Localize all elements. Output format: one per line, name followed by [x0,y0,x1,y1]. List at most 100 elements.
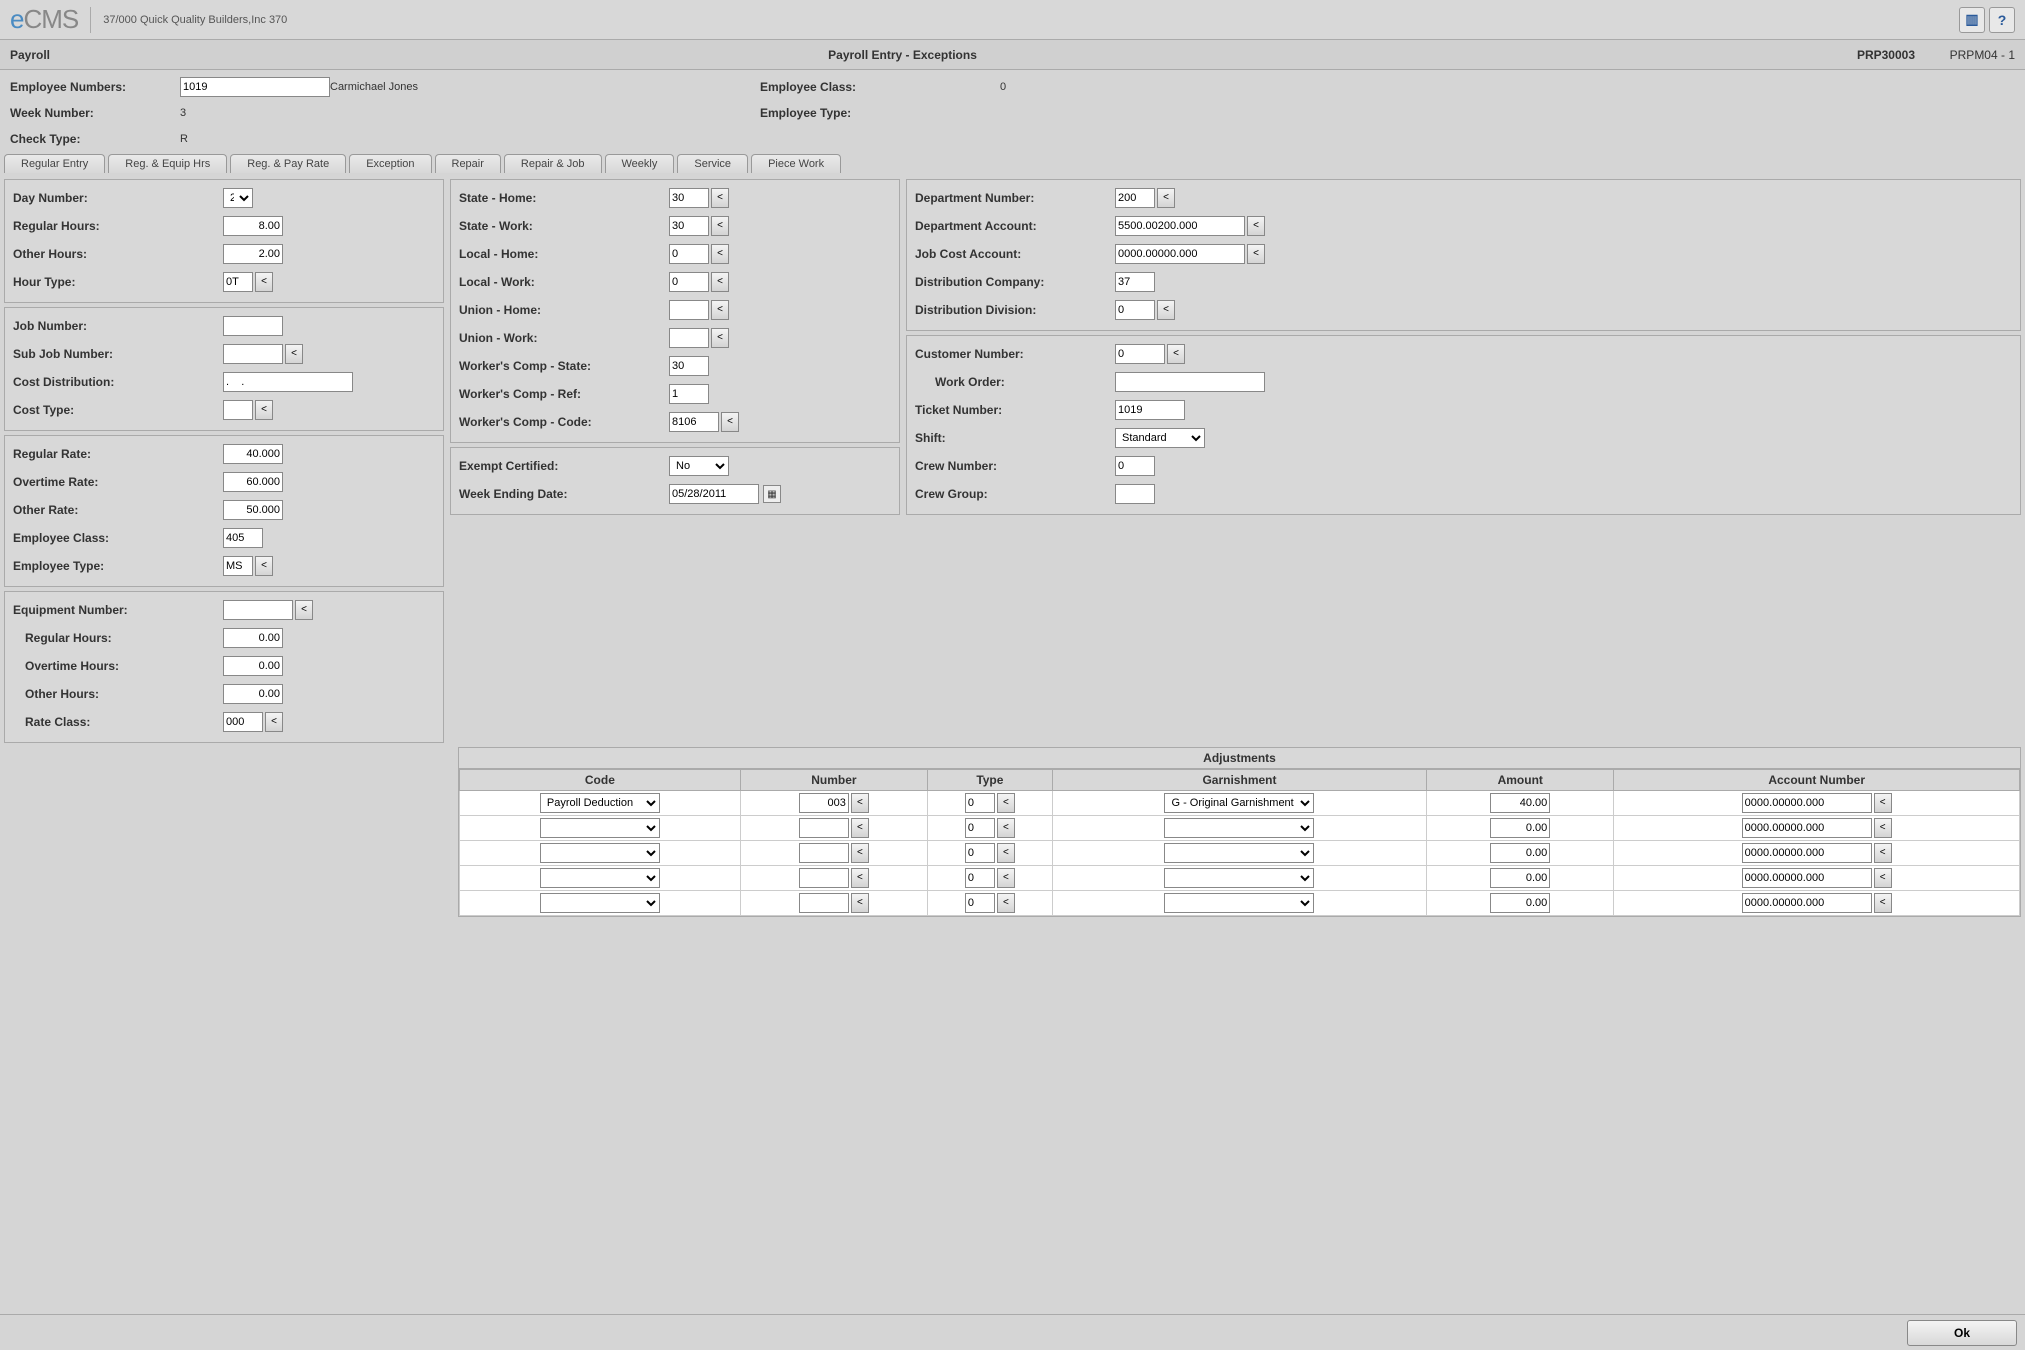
subjob-input[interactable] [223,344,283,364]
adj-type-input[interactable] [965,893,995,913]
reg-hours-input[interactable] [223,216,283,236]
adj-code-select[interactable]: Payroll Deduction [540,793,660,813]
adj-acct-input[interactable] [1742,843,1872,863]
adj-acct-input[interactable] [1742,868,1872,888]
tab-reg-pay[interactable]: Reg. & Pay Rate [230,154,346,173]
rateclass-input[interactable] [223,712,263,732]
tab-piece-work[interactable]: Piece Work [751,154,841,173]
adj-acct-lookup[interactable]: < [1874,793,1892,813]
costtype-input[interactable] [223,400,253,420]
local-home-lookup[interactable]: < [711,244,729,264]
adj-num-input[interactable] [799,793,849,813]
adj-type-lookup[interactable]: < [997,893,1015,913]
adj-num-lookup[interactable]: < [851,893,869,913]
local-work-lookup[interactable]: < [711,272,729,292]
adj-num-input[interactable] [799,818,849,838]
help-icon[interactable]: ? [1989,7,2015,33]
hour-type-lookup[interactable]: < [255,272,273,292]
distco-input[interactable] [1115,272,1155,292]
custnum-input[interactable] [1115,344,1165,364]
adj-code-select[interactable] [540,818,660,838]
adj-num-lookup[interactable]: < [851,843,869,863]
otrate-input[interactable] [223,472,283,492]
hour-type-input[interactable] [223,272,253,292]
tab-regular-entry[interactable]: Regular Entry [4,154,105,173]
adj-acct-input[interactable] [1742,793,1872,813]
adj-acct-lookup[interactable]: < [1874,818,1892,838]
adj-acct-lookup[interactable]: < [1874,843,1892,863]
deptacct-lookup[interactable]: < [1247,216,1265,236]
adj-amount-input[interactable] [1490,818,1550,838]
eq-otherhours-input[interactable] [223,684,283,704]
empclass-input[interactable] [223,528,263,548]
tab-repair[interactable]: Repair [435,154,501,173]
tab-exception[interactable]: Exception [349,154,431,173]
state-home-lookup[interactable]: < [711,188,729,208]
union-home-input[interactable] [669,300,709,320]
state-home-input[interactable] [669,188,709,208]
tab-service[interactable]: Service [677,154,748,173]
adj-type-lookup[interactable]: < [997,793,1015,813]
tab-weekly[interactable]: Weekly [605,154,675,173]
wc-state-input[interactable] [669,356,709,376]
adj-amount-input[interactable] [1490,893,1550,913]
crewgroup-input[interactable] [1115,484,1155,504]
tab-reg-equip[interactable]: Reg. & Equip Hrs [108,154,227,173]
adj-type-input[interactable] [965,793,995,813]
deptnum-input[interactable] [1115,188,1155,208]
deptacct-input[interactable] [1115,216,1245,236]
custnum-lookup[interactable]: < [1167,344,1185,364]
state-work-input[interactable] [669,216,709,236]
adj-num-lookup[interactable]: < [851,793,869,813]
adj-type-lookup[interactable]: < [997,818,1015,838]
distdiv-input[interactable] [1115,300,1155,320]
wc-ref-input[interactable] [669,384,709,404]
emp-num-input[interactable] [180,77,330,97]
ticket-input[interactable] [1115,400,1185,420]
other-hours-input[interactable] [223,244,283,264]
crewnum-input[interactable] [1115,456,1155,476]
deptnum-lookup[interactable]: < [1157,188,1175,208]
adj-amount-input[interactable] [1490,868,1550,888]
wc-code-input[interactable] [669,412,719,432]
adj-num-input[interactable] [799,843,849,863]
workorder-input[interactable] [1115,372,1265,392]
adj-acct-lookup[interactable]: < [1874,868,1892,888]
job-input[interactable] [223,316,283,336]
exempt-select[interactable]: No [669,456,729,476]
shift-select[interactable]: Standard [1115,428,1205,448]
subjob-lookup[interactable]: < [285,344,303,364]
adj-amount-input[interactable] [1490,843,1550,863]
equip-input[interactable] [223,600,293,620]
adj-num-input[interactable] [799,868,849,888]
ok-button[interactable]: Ok [1907,1320,2017,1346]
eq-othours-input[interactable] [223,656,283,676]
adj-type-lookup[interactable]: < [997,843,1015,863]
jobcost-lookup[interactable]: < [1247,244,1265,264]
local-home-input[interactable] [669,244,709,264]
adj-garn-select[interactable] [1164,868,1314,888]
adj-acct-input[interactable] [1742,818,1872,838]
emptype-lookup[interactable]: < [255,556,273,576]
local-work-input[interactable] [669,272,709,292]
rateclass-lookup[interactable]: < [265,712,283,732]
eq-reghours-input[interactable] [223,628,283,648]
regrate-input[interactable] [223,444,283,464]
adj-type-input[interactable] [965,843,995,863]
equip-lookup[interactable]: < [295,600,313,620]
jobcost-input[interactable] [1115,244,1245,264]
state-work-lookup[interactable]: < [711,216,729,236]
day-select[interactable]: 2 [223,188,253,208]
report-icon[interactable]: ▥ [1959,7,1985,33]
calendar-icon[interactable]: ▦ [763,485,781,503]
tab-repair-job[interactable]: Repair & Job [504,154,602,173]
adj-code-select[interactable] [540,893,660,913]
wc-code-lookup[interactable]: < [721,412,739,432]
adj-garn-select[interactable]: G - Original Garnishment [1164,793,1314,813]
union-work-input[interactable] [669,328,709,348]
adj-code-select[interactable] [540,843,660,863]
adj-num-input[interactable] [799,893,849,913]
adj-amount-input[interactable] [1490,793,1550,813]
adj-garn-select[interactable] [1164,893,1314,913]
emptype-input[interactable] [223,556,253,576]
